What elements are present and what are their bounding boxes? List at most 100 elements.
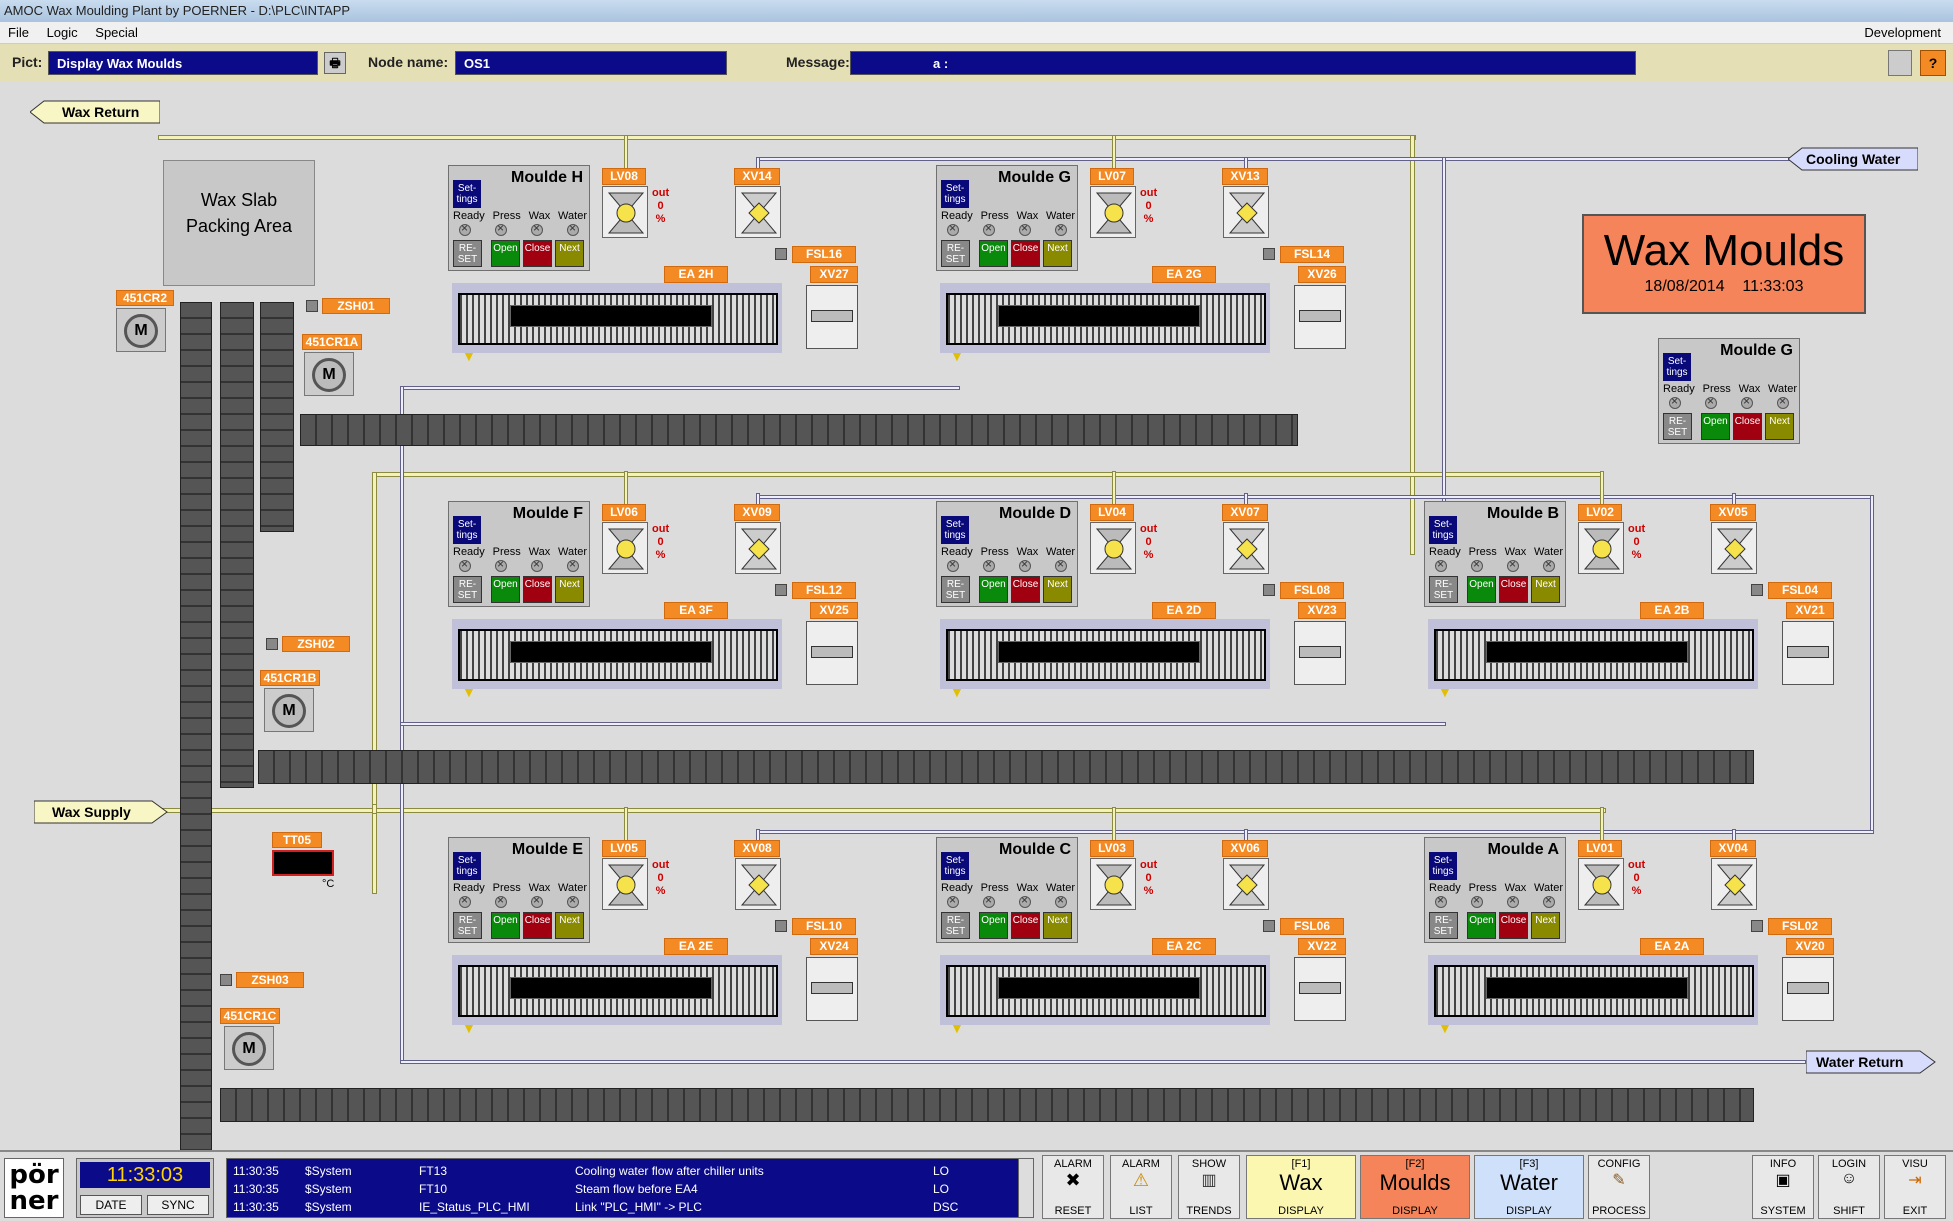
flow-switch-sensor[interactable] bbox=[1263, 248, 1275, 260]
flow-switch-sensor[interactable] bbox=[1263, 584, 1275, 596]
next-button[interactable]: Next bbox=[1043, 912, 1072, 939]
mould-panel[interactable]: Set- tings Moulde E ReadyPressWaxWater R… bbox=[448, 837, 590, 943]
visu-exit-button[interactable]: VISU ⇥ EXIT bbox=[1884, 1155, 1946, 1219]
blank-button[interactable] bbox=[1888, 50, 1912, 76]
menu-development[interactable]: Development bbox=[1864, 22, 1941, 44]
wax-supply-tag[interactable]: Wax Supply bbox=[34, 800, 168, 824]
mould-tray[interactable] bbox=[452, 283, 782, 353]
on-off-valve[interactable] bbox=[1711, 522, 1757, 574]
motor-451cr1c[interactable]: M bbox=[224, 1026, 274, 1070]
mould-tray[interactable] bbox=[452, 955, 782, 1025]
mould-panel[interactable]: Set- tings Moulde A ReadyPressWaxWater R… bbox=[1424, 837, 1566, 943]
open-button[interactable]: Open bbox=[979, 240, 1008, 267]
mould-panel[interactable]: Set- tings Moulde C ReadyPressWaxWater R… bbox=[936, 837, 1078, 943]
date-button[interactable]: DATE bbox=[80, 1195, 142, 1215]
on-off-valve[interactable] bbox=[735, 858, 781, 910]
alarm-list-button[interactable]: ALARM ⚠ LIST bbox=[1110, 1155, 1172, 1219]
settings-button[interactable]: Set- tings bbox=[941, 516, 969, 544]
trends-button[interactable]: SHOW ▥ TRENDS bbox=[1178, 1155, 1240, 1219]
next-button[interactable]: Next bbox=[1043, 240, 1072, 267]
control-valve[interactable] bbox=[1578, 522, 1624, 574]
reset-button[interactable]: RE- SET bbox=[941, 240, 970, 267]
pict-field[interactable]: Display Wax Moulds bbox=[48, 51, 318, 75]
settings-button[interactable]: Set- tings bbox=[941, 180, 969, 208]
mould-panel[interactable]: Set- tings Moulde B ReadyPressWaxWater R… bbox=[1424, 501, 1566, 607]
close-button[interactable]: Close bbox=[1011, 240, 1040, 267]
settings-button[interactable]: Set- tings bbox=[453, 516, 481, 544]
cylinder-valve[interactable] bbox=[1294, 285, 1346, 349]
alarm-reset-button[interactable]: ALARM ✖ RESET bbox=[1042, 1155, 1104, 1219]
next-button[interactable]: Next bbox=[1531, 576, 1560, 603]
zsh02-sensor[interactable] bbox=[266, 638, 278, 650]
mould-panel[interactable]: Set- tings Moulde F ReadyPressWaxWater R… bbox=[448, 501, 590, 607]
print-icon[interactable]: 🖶 bbox=[324, 52, 346, 74]
flow-switch-sensor[interactable] bbox=[1751, 584, 1763, 596]
control-valve[interactable] bbox=[1090, 522, 1136, 574]
sync-button[interactable]: SYNC bbox=[147, 1195, 209, 1215]
reset-button[interactable]: RE- SET bbox=[453, 240, 482, 267]
open-button[interactable]: Open bbox=[1701, 413, 1730, 440]
reset-button[interactable]: RE- SET bbox=[453, 912, 482, 939]
message-scrollbar[interactable] bbox=[1018, 1158, 1034, 1218]
wax-return-tag[interactable]: Wax Return bbox=[30, 100, 160, 124]
flow-switch-sensor[interactable] bbox=[1751, 920, 1763, 932]
flow-switch-sensor[interactable] bbox=[775, 248, 787, 260]
mould-tray[interactable] bbox=[1428, 955, 1758, 1025]
cylinder-valve[interactable] bbox=[1782, 957, 1834, 1021]
mould-tray[interactable] bbox=[940, 955, 1270, 1025]
open-button[interactable]: Open bbox=[491, 240, 520, 267]
cylinder-valve[interactable] bbox=[1782, 621, 1834, 685]
node-field[interactable]: OS1 bbox=[455, 51, 727, 75]
moulds-display-button[interactable]: [F2] Moulds DISPLAY bbox=[1360, 1155, 1470, 1219]
control-valve[interactable] bbox=[602, 186, 648, 238]
control-valve[interactable] bbox=[1090, 186, 1136, 238]
close-button[interactable]: Close bbox=[523, 912, 552, 939]
control-valve[interactable] bbox=[1578, 858, 1624, 910]
control-valve[interactable] bbox=[602, 522, 648, 574]
reset-button[interactable]: RE- SET bbox=[453, 576, 482, 603]
settings-button[interactable]: Set- tings bbox=[1429, 516, 1457, 544]
on-off-valve[interactable] bbox=[1223, 186, 1269, 238]
menu-logic[interactable]: Logic bbox=[47, 25, 78, 40]
help-button[interactable]: ? bbox=[1920, 50, 1946, 76]
settings-button[interactable]: Set- tings bbox=[1663, 353, 1691, 381]
next-button[interactable]: Next bbox=[1765, 413, 1794, 440]
open-button[interactable]: Open bbox=[1467, 912, 1496, 939]
next-button[interactable]: Next bbox=[1043, 576, 1072, 603]
mould-panel[interactable]: Set- tings Moulde G ReadyPressWaxWater R… bbox=[936, 165, 1078, 271]
reset-button[interactable]: RE- SET bbox=[1429, 912, 1458, 939]
on-off-valve[interactable] bbox=[1223, 522, 1269, 574]
open-button[interactable]: Open bbox=[979, 912, 1008, 939]
close-button[interactable]: Close bbox=[1499, 576, 1528, 603]
next-button[interactable]: Next bbox=[555, 912, 584, 939]
cooling-water-tag[interactable]: Cooling Water bbox=[1788, 147, 1918, 171]
control-valve[interactable] bbox=[1090, 858, 1136, 910]
cylinder-valve[interactable] bbox=[1294, 621, 1346, 685]
close-button[interactable]: Close bbox=[1499, 912, 1528, 939]
motor-451cr1a[interactable]: M bbox=[304, 352, 354, 396]
mould-tray[interactable] bbox=[940, 283, 1270, 353]
message-row[interactable]: 11:30:35 $System IE_Status_PLC_HMI Link "PL… bbox=[233, 1198, 1027, 1216]
settings-button[interactable]: Set- tings bbox=[1429, 852, 1457, 880]
mould-tray[interactable] bbox=[452, 619, 782, 689]
water-display-button[interactable]: [F3] Water DISPLAY bbox=[1474, 1155, 1584, 1219]
info-system-button[interactable]: INFO ▣ SYSTEM bbox=[1752, 1155, 1814, 1219]
mould-panel[interactable]: Set- tings Moulde H ReadyPressWaxWater R… bbox=[448, 165, 590, 271]
open-button[interactable]: Open bbox=[491, 912, 520, 939]
close-button[interactable]: Close bbox=[523, 576, 552, 603]
settings-button[interactable]: Set- tings bbox=[453, 852, 481, 880]
reset-button[interactable]: RE- SET bbox=[941, 576, 970, 603]
login-shift-button[interactable]: LOGIN ☺ SHIFT bbox=[1818, 1155, 1880, 1219]
close-button[interactable]: Close bbox=[1011, 576, 1040, 603]
motor-451cr1b[interactable]: M bbox=[264, 688, 314, 732]
on-off-valve[interactable] bbox=[735, 522, 781, 574]
zsh03-sensor[interactable] bbox=[220, 974, 232, 986]
cylinder-valve[interactable] bbox=[806, 285, 858, 349]
next-button[interactable]: Next bbox=[555, 240, 584, 267]
settings-button[interactable]: Set- tings bbox=[941, 852, 969, 880]
control-valve[interactable] bbox=[602, 858, 648, 910]
message-row[interactable]: 11:30:35 $System FT10 Steam flow before EA4… bbox=[233, 1180, 1027, 1198]
menu-file[interactable]: File bbox=[8, 25, 29, 40]
popup-mould-panel[interactable]: Set- tings Moulde G ReadyPressWaxWater R… bbox=[1658, 338, 1800, 444]
flow-switch-sensor[interactable] bbox=[775, 920, 787, 932]
